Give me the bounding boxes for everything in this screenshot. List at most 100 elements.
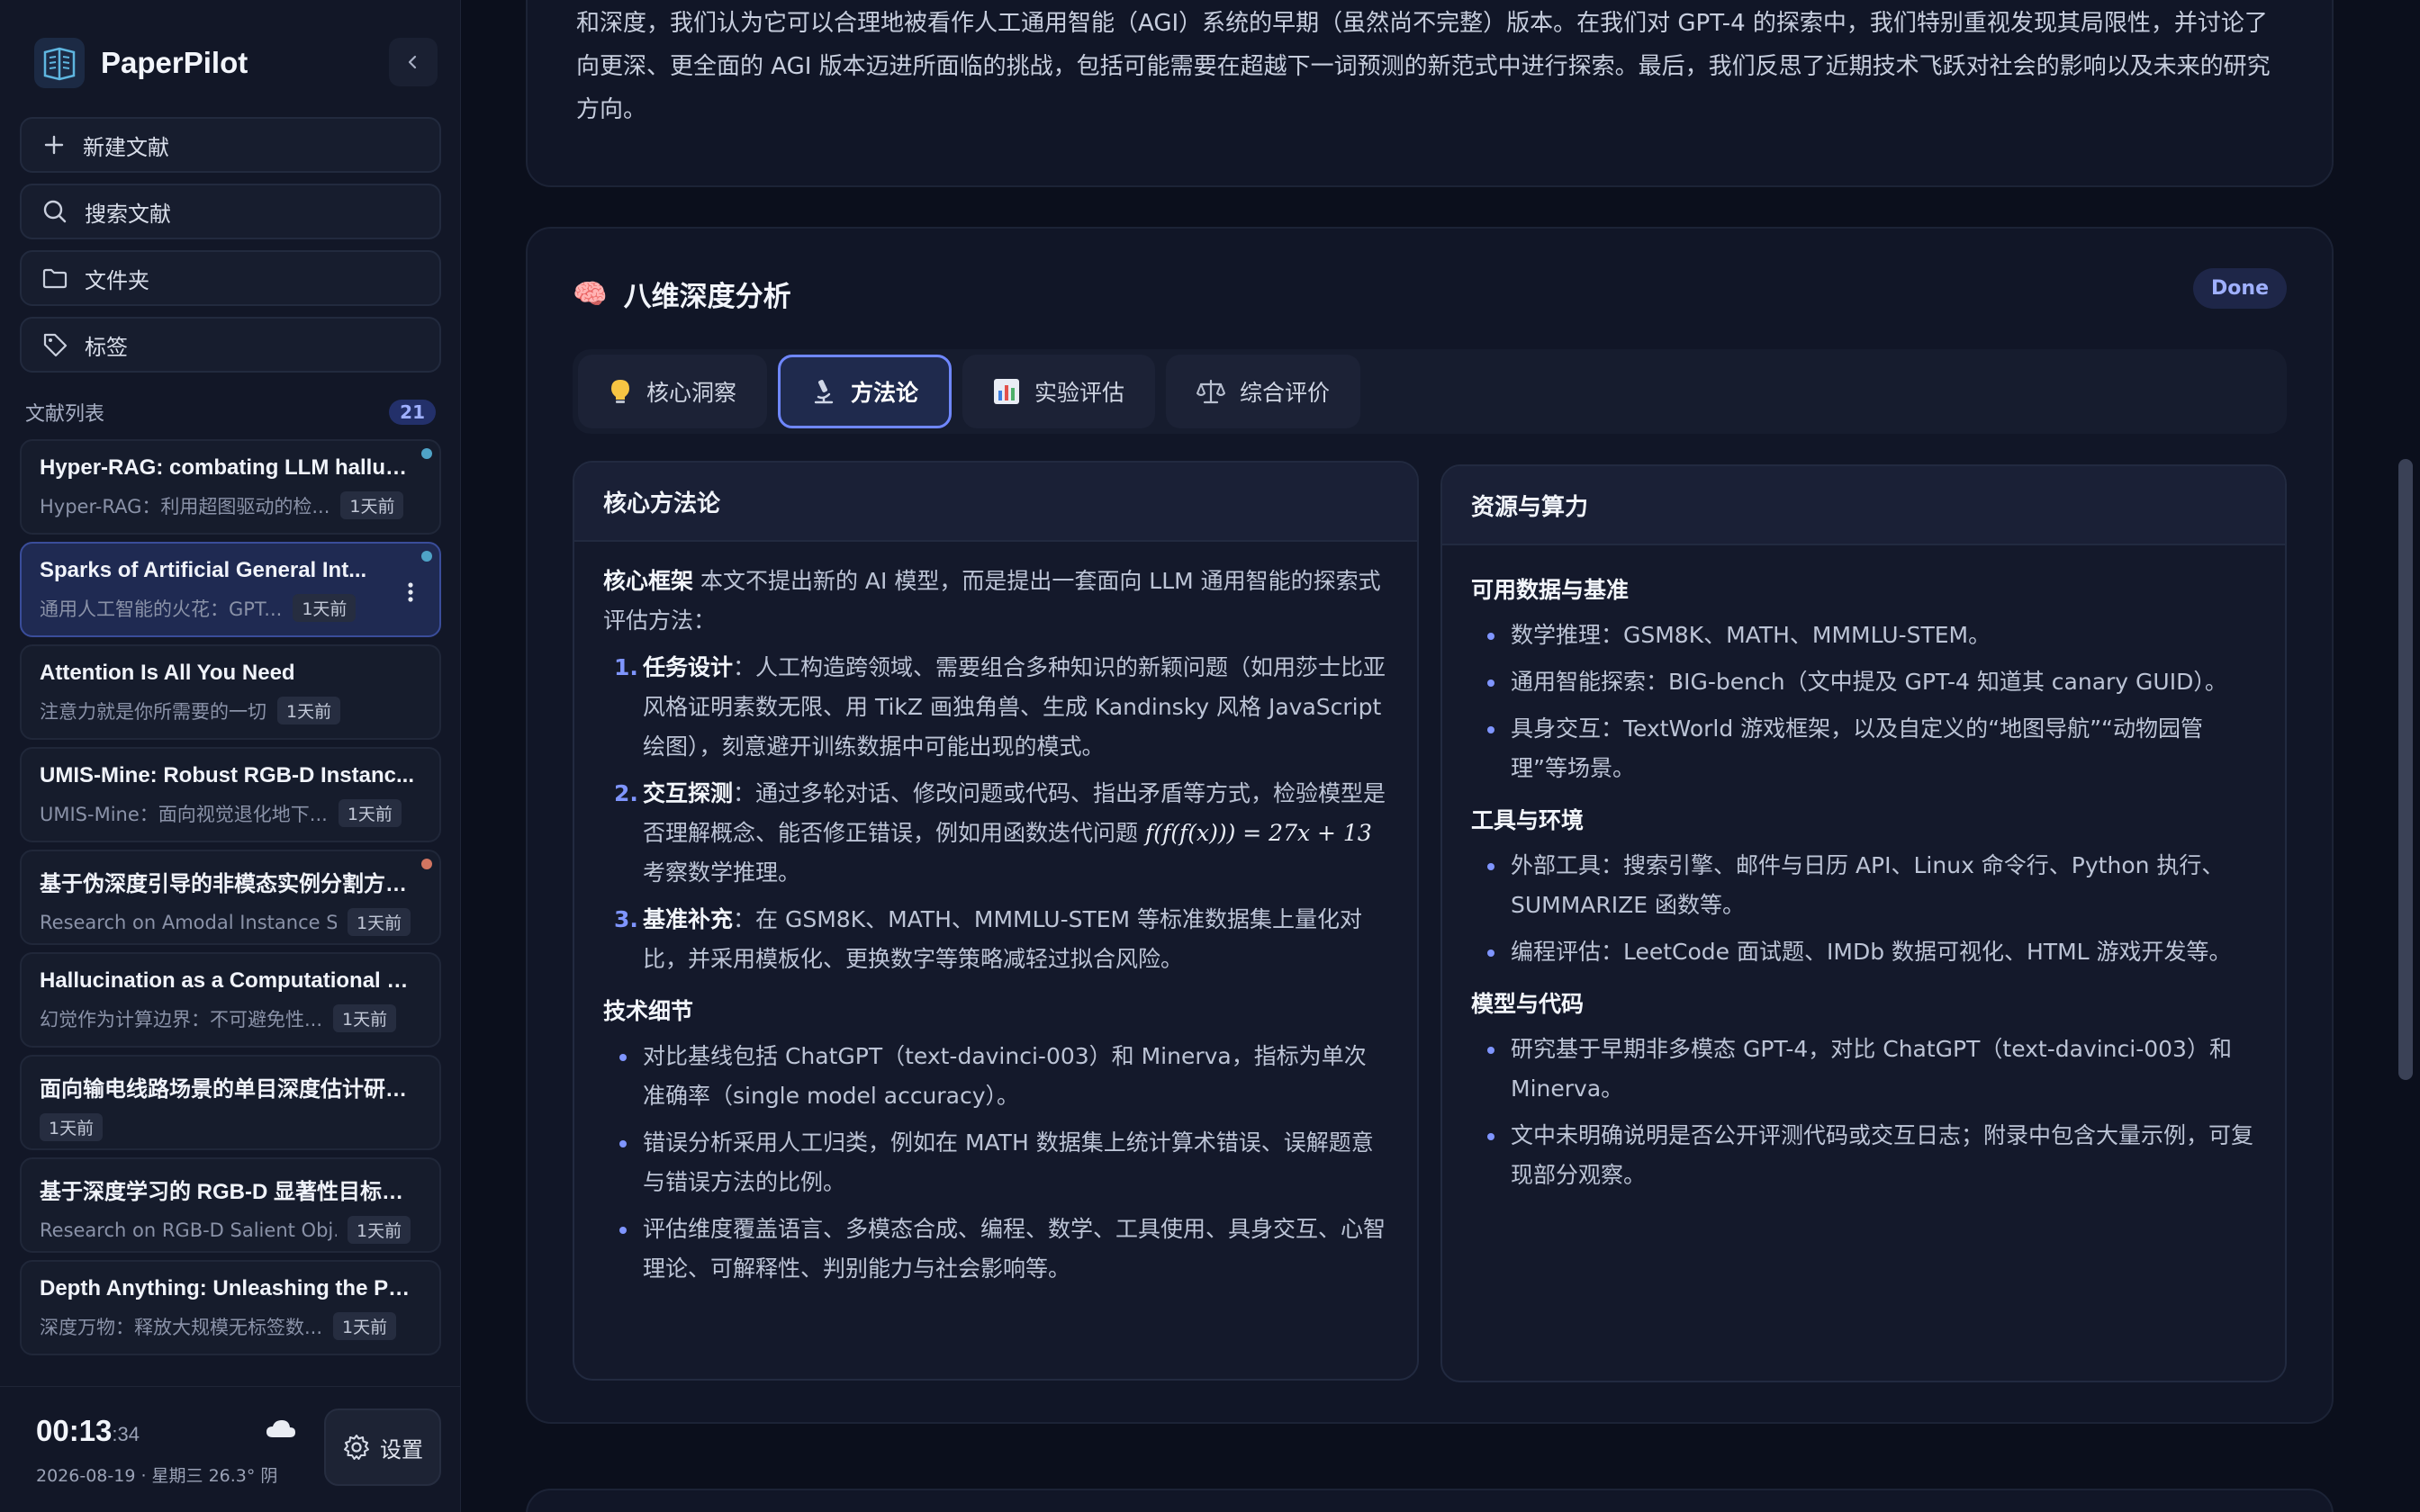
document-time-badge: 1天前: [338, 799, 402, 827]
step-text: ：在 GSM8K、MATH、MMMLU-STEM 等标准数据集上量化对比，并采用…: [643, 906, 1363, 972]
core-methodology-panel: 核心方法论 核心框架 本文不提出新的 AI 模型，而是提出一套面向 LLM 通用…: [573, 461, 1419, 1381]
brand[interactable]: PaperPilot: [34, 34, 248, 92]
list-item: 错误分析采用人工归类，例如在 MATH 数据集上统计算术错误、误解题意与错误方法…: [603, 1123, 1388, 1202]
step-label: 任务设计: [643, 654, 734, 680]
document-subtitle: 幻觉作为计算边界：不可避免性...: [40, 1008, 323, 1030]
method-steps-list: 1. 任务设计：人工构造跨领域、需要组合多种知识的新颖问题（如用莎士比亚风格证明…: [603, 648, 1388, 979]
main-content: 和深度，我们认为它可以合理地被看作人工通用智能（AGI）系统的早期（虽然尚不完整…: [461, 0, 2420, 1512]
document-title: 基于深度学习的 RGB-D 显著性目标检...: [40, 1180, 418, 1204]
group-heading: 模型与代码: [1471, 991, 1585, 1017]
folders-label: 文件夹: [85, 267, 149, 293]
tab-overall-review[interactable]: 综合评价: [1166, 355, 1361, 428]
document-time-badge: 1天前: [333, 1004, 397, 1032]
document-title: 面向输电线路场景的单目深度估计研究...: [40, 1077, 418, 1102]
list-item: 对比基线包括 ChatGPT（text-davinci-003）和 Minerv…: [603, 1037, 1388, 1116]
abstract-card: 和深度，我们认为它可以合理地被看作人工通用智能（AGI）系统的早期（虽然尚不完整…: [526, 0, 2334, 187]
document-time-badge: 1天前: [333, 1312, 397, 1340]
document-item[interactable]: Depth Anything: Unleashing the Po... 深度万…: [20, 1260, 441, 1355]
search-icon: [43, 200, 67, 223]
tab-core-insight[interactable]: 核心洞察: [578, 355, 768, 428]
list-item: 2. 交互探测：通过多轮对话、修改问题或代码、指出矛盾等方式，检验模型是否理解概…: [603, 774, 1388, 893]
document-time-badge: 1天前: [40, 1113, 104, 1141]
document-subtitle: Research on Amodal Instance S...: [40, 911, 337, 933]
bar-chart-icon: [993, 378, 1020, 405]
app-logo-icon: [34, 38, 85, 88]
intro-label: 核心框架: [603, 568, 694, 594]
new-document-button[interactable]: 新建文献: [20, 117, 441, 173]
document-count-badge: 21: [389, 400, 436, 425]
list-item: 通用智能探索：BIG-bench（文中提及 GPT-4 知道其 canary G…: [1471, 662, 2256, 702]
date-weather-line: 2026-08-19 · 星期三 26.3° 阴: [36, 1466, 278, 1486]
document-item[interactable]: 基于深度学习的 RGB-D 显著性目标检... Research on RGB-…: [20, 1157, 441, 1253]
document-title: Hyper-RAG: combating LLM halluci...: [40, 455, 418, 480]
analysis-title: 八维深度分析: [623, 281, 791, 313]
chevron-left-icon: [408, 55, 417, 69]
app-name: PaperPilot: [101, 46, 248, 79]
document-item[interactable]: Attention Is All You Need 注意力就是你所需要的一切 1…: [20, 644, 441, 740]
abstract-text: 和深度，我们认为它可以合理地被看作人工通用智能（AGI）系统的早期（虽然尚不完整…: [576, 10, 2271, 123]
list-item: 1. 任务设计：人工构造跨领域、需要组合多种知识的新颖问题（如用莎士比亚风格证明…: [603, 648, 1388, 767]
settings-label: 设置: [380, 1436, 423, 1462]
document-item[interactable]: UMIS-Mine: Robust RGB-D Instanc... UMIS-…: [20, 747, 441, 842]
intro-paragraph: 核心框架 本文不提出新的 AI 模型，而是提出一套面向 LLM 通用智能的探索式…: [603, 562, 1388, 641]
status-dot: [421, 448, 432, 459]
list-item: 编程评估：LeetCode 面试题、IMDb 数据可视化、HTML 游戏开发等。: [1471, 932, 2256, 972]
group-list: 外部工具：搜索引擎、邮件与日历 API、Linux 命令行、Python 执行、…: [1471, 846, 2256, 972]
resources-compute-panel: 资源与算力 可用数据与基准 数学推理：GSM8K、MATH、MMMLU-STEM…: [1440, 464, 2287, 1382]
document-subtitle: 通用人工智能的火花：GPT...: [40, 598, 283, 620]
document-subtitle: UMIS-Mine：面向视觉退化地下...: [40, 803, 328, 825]
tags-button[interactable]: 标签: [20, 317, 441, 373]
more-options-button[interactable]: [393, 574, 429, 610]
document-title: Hallucination as a Computational B...: [40, 968, 418, 993]
scrollbar-thumb[interactable]: [2398, 459, 2413, 1080]
document-time-badge: 1天前: [293, 594, 357, 622]
tab-methodology[interactable]: 方法论: [778, 355, 953, 428]
document-item[interactable]: 面向输电线路场景的单目深度估计研究... 1天前: [20, 1055, 441, 1150]
tags-label: 标签: [85, 334, 128, 360]
document-item-active[interactable]: Sparks of Artificial General Int... 通用人工…: [20, 542, 441, 637]
search-documents-button[interactable]: 搜索文献: [20, 184, 441, 239]
group-list: 研究基于早期非多模态 GPT-4，对比 ChatGPT（text-davinci…: [1471, 1030, 2256, 1195]
analysis-card: 🧠 八维深度分析 Done 核心洞察 方法论 实验评估 综合评价 核心方法论 核…: [526, 227, 2334, 1424]
tech-details-list: 对比基线包括 ChatGPT（text-davinci-003）和 Minerv…: [603, 1037, 1388, 1289]
clock-seconds: :34: [112, 1423, 140, 1445]
document-subtitle: 注意力就是你所需要的一切: [40, 700, 266, 723]
document-list-header: 文献列表 21: [25, 396, 436, 428]
list-item: 数学推理：GSM8K、MATH、MMMLU-STEM。: [1471, 616, 2256, 655]
document-title: Sparks of Artificial General Int...: [40, 558, 367, 582]
new-document-label: 新建文献: [83, 134, 169, 160]
step-number: 3.: [614, 906, 638, 932]
document-time-badge: 1天前: [348, 908, 411, 936]
status-dot: [421, 551, 432, 562]
search-documents-label: 搜索文献: [85, 201, 171, 227]
sidebar: PaperPilot 新建文献 搜索文献 文件夹 标签 文献列表 21 Hype…: [0, 0, 461, 1512]
document-item[interactable]: 基于伪深度引导的非模态实例分割方法... Research on Amodal …: [20, 850, 441, 945]
document-subtitle: 深度万物：释放大规模无标签数...: [40, 1316, 323, 1338]
document-item[interactable]: Hyper-RAG: combating LLM halluci... Hype…: [20, 439, 441, 535]
clock-hours-minutes: 00:13: [36, 1414, 113, 1447]
list-item: 评估维度覆盖语言、多模态合成、编程、数学、工具使用、具身交互、心智理论、可解释性…: [603, 1210, 1388, 1289]
group-list: 数学推理：GSM8K、MATH、MMMLU-STEM。 通用智能探索：BIG-b…: [1471, 616, 2256, 788]
step-number: 1.: [614, 654, 638, 680]
more-vertical-icon: [408, 582, 413, 602]
panel-title: 核心方法论: [574, 463, 1417, 542]
folders-button[interactable]: 文件夹: [20, 250, 441, 306]
sidebar-footer: 00:13:34 2026-08-19 · 星期三 26.3° 阴 设置: [0, 1386, 461, 1512]
group-heading: 可用数据与基准: [1471, 577, 1630, 603]
document-time-badge: 1天前: [277, 697, 341, 724]
document-list-title: 文献列表: [25, 403, 105, 426]
status-badge: Done: [2193, 268, 2287, 309]
brain-icon: 🧠: [573, 278, 608, 310]
folder-icon: [42, 268, 68, 289]
document-title: Attention Is All You Need: [40, 661, 295, 685]
step-text: ：人工构造跨领域、需要组合多种知识的新颖问题（如用莎士比亚风格证明素数无限、用 …: [643, 654, 1386, 760]
step-label: 基准补充: [643, 906, 734, 932]
step-label: 交互探测: [643, 780, 734, 806]
tab-label: 核心洞察: [646, 380, 737, 406]
tab-experiment-evaluation[interactable]: 实验评估: [962, 355, 1156, 428]
document-title: Depth Anything: Unleashing the Po...: [40, 1276, 418, 1300]
settings-button[interactable]: 设置: [324, 1408, 441, 1486]
step-number: 2.: [614, 780, 638, 806]
collapse-sidebar-button[interactable]: [389, 38, 438, 86]
document-item[interactable]: Hallucination as a Computational B... 幻觉…: [20, 952, 441, 1048]
